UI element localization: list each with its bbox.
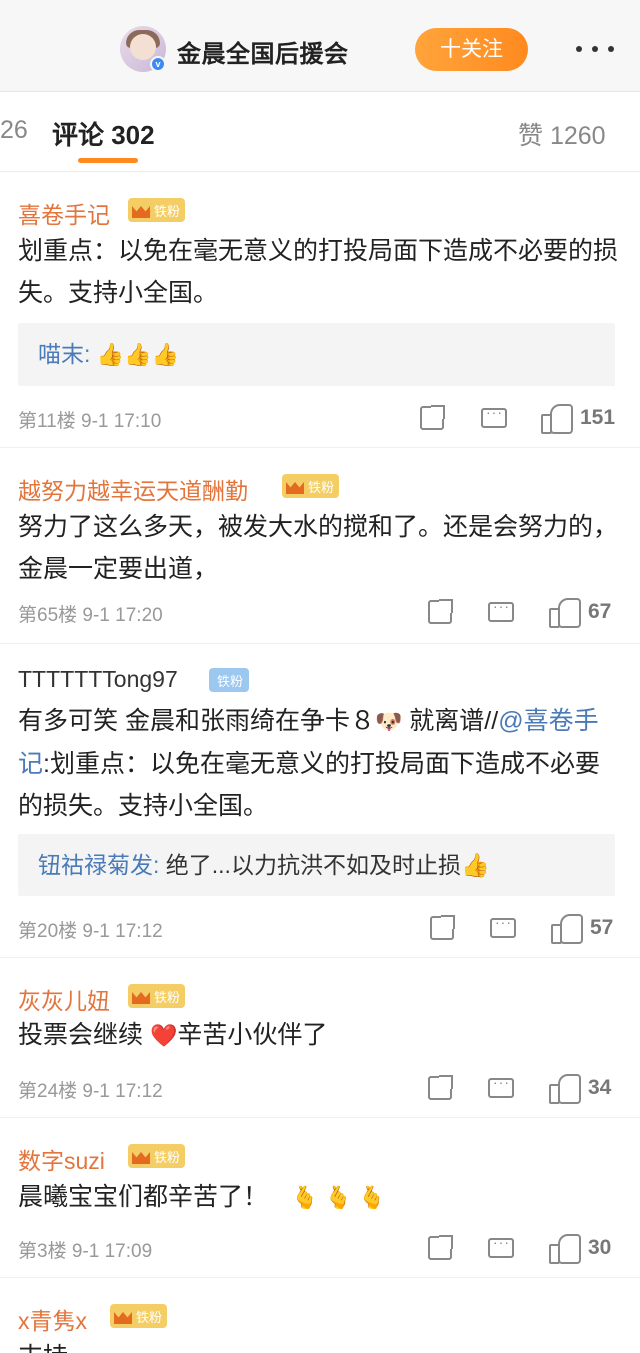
comment-item: 喜卷手记 铁粉 划重点：以免在毫无意义的打投局面下造成不必要的损失。支持小全国。… <box>0 172 640 448</box>
crown-icon <box>112 1306 134 1326</box>
comment-meta: 第24楼 9-1 17:12 <box>18 1081 163 1102</box>
comment-item: TTTTTTTong97 铁粉 有多可笑 金晨和张雨绮在争卡８🐶 就离谱//@喜… <box>0 644 640 958</box>
comment-username[interactable]: 灰灰儿妞 <box>18 982 110 1016</box>
share-icon[interactable] <box>428 1235 453 1260</box>
tab-comments[interactable]: 评论 302 <box>52 115 155 152</box>
comment-item: 灰灰儿妞 铁粉 投票会继续 ❤️辛苦小伙伴了 第24楼 9-1 17:12 34 <box>0 958 640 1118</box>
comment-text: 投票会继续 ❤️辛苦小伙伴了 <box>18 1014 623 1057</box>
like-count: 67 <box>588 600 612 623</box>
like-icon[interactable] <box>549 597 581 628</box>
heart-emoji: ❤️ <box>149 1023 178 1048</box>
page-title: 金晨全国后援会 <box>177 41 349 68</box>
tab-reposts[interactable]: 26 <box>0 116 28 145</box>
like-icon[interactable] <box>551 913 583 944</box>
top-bar: v 金晨全国后援会 十关注 <box>0 0 640 92</box>
comment-text-part: 就离谱// <box>402 707 499 735</box>
tab-bar: 26 评论 302 赞 1260 <box>0 92 640 172</box>
comment-item: 越努力越幸运天道酬勤 铁粉 努力了这么多天，被发大水的搅和了。还是会努力的，金晨… <box>0 448 640 644</box>
reply-icon[interactable] <box>490 914 516 938</box>
reply-text: 绝了...以力抗洪不如及时止损👍 <box>159 852 490 878</box>
comment-text: 支持 <box>18 1336 623 1353</box>
comment-text-part: 晨曦宝宝们都辛苦了！ <box>18 1183 269 1211</box>
more-options-icon[interactable] <box>570 33 620 63</box>
comment-meta: 第20楼 9-1 17:12 <box>18 921 163 942</box>
comment-meta: 第65楼 9-1 17:20 <box>18 605 163 626</box>
tab-likes[interactable]: 赞 1260 <box>518 116 606 152</box>
comment-item: 数字suzi 铁粉 晨曦宝宝们都辛苦了！ 🫰 🫰 🫰 第3楼 9-1 17:09… <box>0 1118 640 1278</box>
avatar-face <box>130 34 156 60</box>
fan-badge: 铁粉 <box>128 198 186 222</box>
like-count: 34 <box>588 1076 612 1099</box>
crown-icon <box>284 476 306 496</box>
fan-badge-label: 铁粉 <box>217 673 244 689</box>
crown-icon <box>130 1146 152 1166</box>
fan-badge-label: 铁粉 <box>136 1309 163 1325</box>
like-count: 30 <box>588 1236 612 1259</box>
comment-text-part: 有多可笑 金晨和张雨绮在争卡８ <box>18 707 375 735</box>
share-icon[interactable] <box>430 915 455 940</box>
comment-text-part: :划重点：以免在毫无意义的打投局面下造成不必要的损失。支持小全国。 <box>18 750 600 820</box>
verified-icon: v <box>150 56 166 72</box>
fan-badge: 铁粉 <box>282 474 340 498</box>
reply-icon[interactable] <box>488 598 514 622</box>
crown-icon <box>130 986 152 1006</box>
fan-badge-label: 铁粉 <box>154 203 181 219</box>
share-icon[interactable] <box>428 1075 453 1100</box>
comment-text: 努力了这么多天，被发大水的搅和了。还是会努力的，金晨一定要出道， <box>18 513 619 583</box>
crown-icon <box>130 200 152 220</box>
comment-username[interactable]: 喜卷手记 <box>18 196 110 230</box>
finger-heart-emoji: 🫰 🫰 🫰 <box>290 1185 386 1210</box>
share-icon[interactable] <box>428 599 453 624</box>
like-count: 151 <box>580 406 616 429</box>
like-count: 57 <box>590 916 614 939</box>
share-icon[interactable] <box>420 405 445 430</box>
comment-username[interactable]: 越努力越幸运天道酬勤 <box>18 472 248 506</box>
comment-meta: 第3楼 9-1 17:09 <box>18 1241 153 1262</box>
comment-text: 晨曦宝宝们都辛苦了！ 🫰 🫰 🫰 <box>18 1176 623 1219</box>
reply-icon[interactable] <box>481 404 507 428</box>
fan-badge: 铁粉 <box>110 1304 168 1328</box>
fan-badge-label: 铁粉 <box>308 479 335 495</box>
comment-text-part: 辛苦小伙伴了 <box>177 1021 328 1049</box>
comment-username[interactable]: 数字suzi <box>18 1142 105 1176</box>
like-icon[interactable] <box>541 403 573 434</box>
fan-badge: 铁粉 <box>209 668 250 692</box>
reply-icon[interactable] <box>488 1074 514 1098</box>
comment-text: 划重点：以免在毫无意义的打投局面下造成不必要的损失。支持小全国。 <box>18 237 619 307</box>
follow-button[interactable]: 十关注 <box>415 28 528 71</box>
comment-text-part: 投票会继续 <box>18 1021 150 1049</box>
active-tab-indicator <box>78 158 138 163</box>
reply-preview[interactable]: 钮祜禄菊发: 绝了...以力抗洪不如及时止损👍 <box>18 834 615 896</box>
doge-emoji: 🐶 <box>374 709 403 734</box>
fan-badge-label: 铁粉 <box>154 989 181 1005</box>
comment-username[interactable]: TTTTTTTong97 <box>18 666 178 693</box>
reply-username[interactable]: 钮祜禄菊发: <box>38 852 159 878</box>
fan-badge-label: 铁粉 <box>154 1149 181 1165</box>
fan-badge: 铁粉 <box>128 984 186 1008</box>
reply-preview[interactable]: 喵末: 👍👍👍 <box>18 323 615 386</box>
fan-badge: 铁粉 <box>128 1144 186 1168</box>
like-icon[interactable] <box>549 1233 581 1264</box>
comment-meta: 第11楼 9-1 17:10 <box>18 411 162 432</box>
comment-username[interactable]: x青隽x <box>18 1302 87 1336</box>
comment-text: 有多可笑 金晨和张雨绮在争卡８🐶 就离谱//@喜卷手记:划重点：以免在毫无意义的… <box>18 700 623 827</box>
reply-username[interactable]: 喵末: <box>38 341 90 367</box>
reply-text: 👍👍👍 <box>96 342 179 367</box>
comment-item: x青隽x 铁粉 支持 <box>0 1278 640 1353</box>
reply-icon[interactable] <box>488 1234 514 1258</box>
like-icon[interactable] <box>549 1073 581 1104</box>
